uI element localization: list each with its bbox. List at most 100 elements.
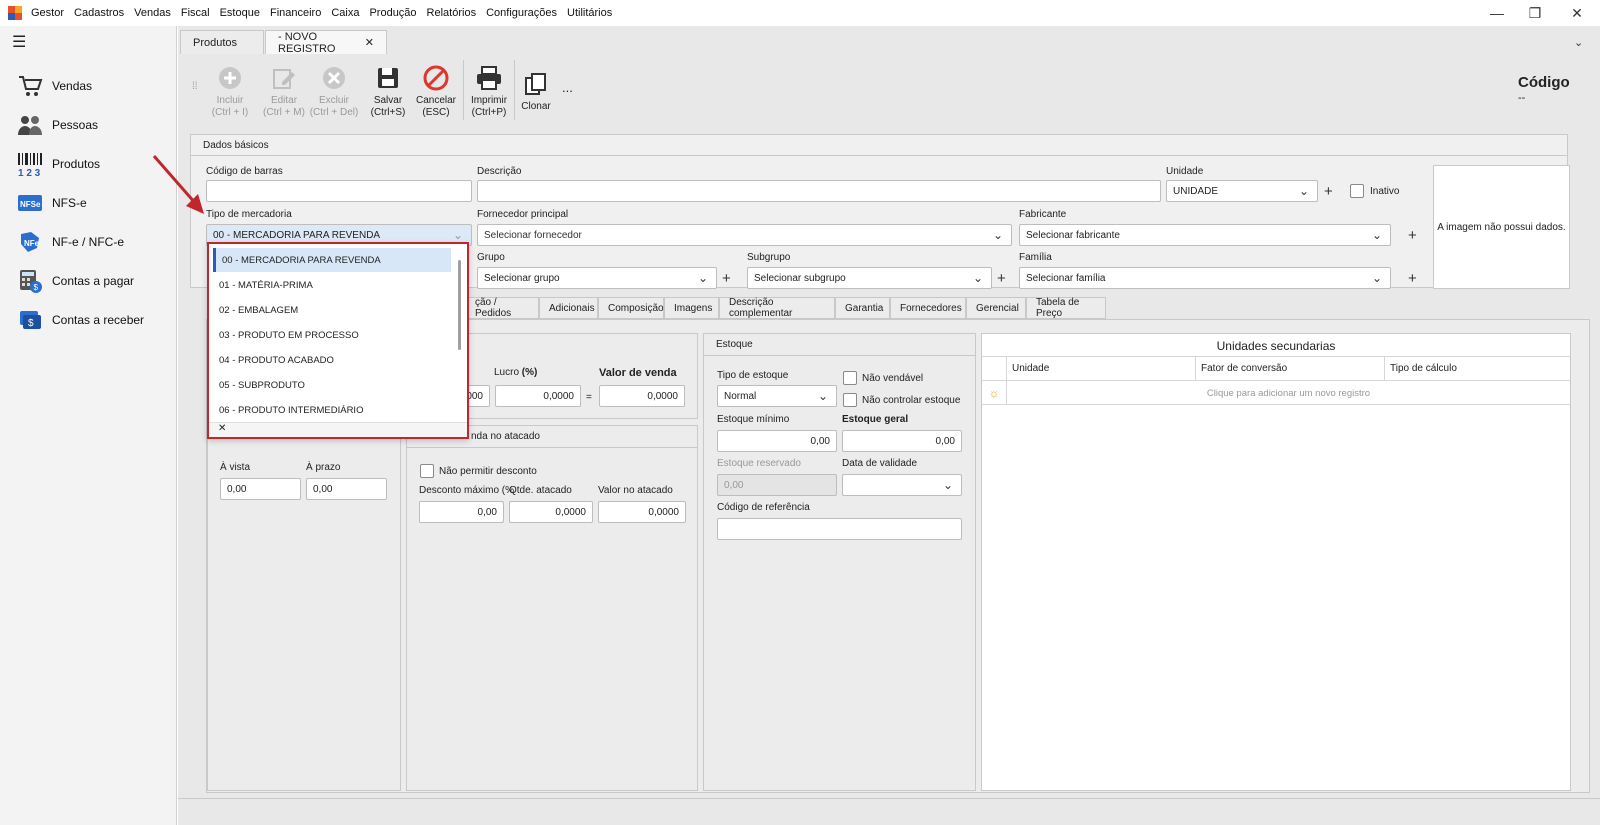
menu-producao[interactable]: Produção [364, 7, 421, 19]
dropdown-option[interactable]: 06 - PRODUTO INTERMEDIÁRIO [213, 398, 451, 422]
sidebar: ☰ Vendas Pessoas 1 2 3 Produtos NFSe NFS… [0, 26, 177, 825]
sidebar-item-nfe[interactable]: NFe NF-e / NFC-e [16, 227, 124, 257]
a-prazo-label: À prazo [306, 462, 341, 473]
fabricante-select[interactable]: Selecionar fabricante ⌄ [1019, 224, 1391, 246]
menu-estoque[interactable]: Estoque [215, 7, 265, 19]
menu-cadastros[interactable]: Cadastros [69, 7, 129, 19]
imprimir-button[interactable]: Imprimir (Ctrl+P) [468, 64, 510, 119]
dropdown-option[interactable]: 02 - EMBALAGEM [213, 298, 451, 322]
incluir-button[interactable]: Incluir (Ctrl + I) [206, 64, 254, 119]
nao-controlar-estoque-label: Não controlar estoque [862, 395, 961, 406]
menu-relatorios[interactable]: Relatórios [422, 7, 482, 19]
grip-handle-icon[interactable]: ⁞⁞ [192, 82, 198, 92]
restore-button[interactable]: ❐ [1512, 0, 1558, 26]
valor-venda-input[interactable]: 0,0000 [599, 385, 685, 407]
nao-vendavel-checkbox[interactable] [843, 371, 857, 385]
cancelar-button[interactable]: Cancelar (ESC) [414, 64, 458, 119]
menu-configuracoes[interactable]: Configurações [481, 7, 562, 19]
clonar-button[interactable]: Clonar [518, 70, 554, 113]
menu-financeiro[interactable]: Financeiro [265, 7, 326, 19]
column-header-fator[interactable]: Fator de conversão [1195, 357, 1287, 381]
familia-label: Família [1019, 252, 1052, 263]
dropdown-scrollbar[interactable] [458, 260, 461, 350]
a-vista-input[interactable]: 0,00 [220, 478, 301, 500]
tab-adicionais[interactable]: Adicionais [539, 297, 598, 319]
dropdown-option[interactable]: 01 - MATÉRIA-PRIMA [213, 273, 451, 297]
grupo-label: Grupo [477, 252, 505, 263]
dropdown-option[interactable]: 04 - PRODUTO ACABADO [213, 348, 451, 372]
unidade-select[interactable]: UNIDADE ⌄ [1166, 180, 1318, 202]
tab-imagens[interactable]: Imagens [664, 297, 719, 319]
tab-composicao[interactable]: Composição [598, 297, 664, 319]
tab-producao-pedidos[interactable]: ção / Pedidos [465, 297, 539, 319]
sidebar-item-contas-pagar[interactable]: $ Contas a pagar [16, 266, 134, 296]
column-header-unidade[interactable]: Unidade [1012, 363, 1049, 374]
sidebar-item-contas-receber[interactable]: $ Contas a receber [16, 305, 144, 335]
sidebar-item-produtos[interactable]: 1 2 3 Produtos [16, 149, 100, 179]
excluir-button[interactable]: Excluir (Ctrl + Del) [306, 64, 362, 119]
codigo-barras-input[interactable] [206, 180, 472, 202]
a-prazo-input[interactable]: 0,00 [306, 478, 387, 500]
add-subgrupo-button[interactable]: + [997, 271, 1006, 286]
imprimir-shortcut: (Ctrl+P) [471, 107, 507, 118]
tab-fornecedores[interactable]: Fornecedores [890, 297, 966, 319]
tab-gerencial[interactable]: Gerencial [966, 297, 1026, 319]
menu-gestor[interactable]: Gestor [26, 7, 69, 19]
sidebar-item-label: Vendas [52, 79, 93, 93]
more-options-button[interactable]: ... [562, 80, 573, 95]
barcode-icon: 1 2 3 [16, 151, 44, 177]
fornecedor-select[interactable]: Selecionar fornecedor ⌄ [477, 224, 1012, 246]
menu-vendas[interactable]: Vendas [129, 7, 176, 19]
tab-descricao-complementar[interactable]: Descrição complementar [719, 297, 835, 319]
data-validade-input[interactable]: ⌄ [842, 474, 962, 496]
tabs-chevron-down-icon[interactable]: ⌄ [1574, 36, 1583, 49]
tab-produtos[interactable]: Produtos [180, 30, 264, 54]
sidebar-item-label: Pessoas [52, 118, 99, 132]
tab-garantia[interactable]: Garantia [835, 297, 890, 319]
menu-utilitarios[interactable]: Utilitários [562, 7, 617, 19]
codigo-label: Código [1518, 74, 1570, 91]
tipo-estoque-select[interactable]: Normal ⌄ [717, 385, 837, 407]
subgrupo-select[interactable]: Selecionar subgrupo ⌄ [747, 267, 992, 289]
inativo-checkbox[interactable] [1350, 184, 1364, 198]
product-image-box[interactable]: A imagem não possui dados. [1433, 165, 1570, 289]
dropdown-clear-button[interactable]: ✕ [209, 422, 467, 437]
lucro-input[interactable]: 0,0000 [495, 385, 581, 407]
sidebar-item-label: Contas a receber [52, 313, 145, 327]
edit-icon [270, 64, 298, 92]
codigo-referencia-input[interactable] [717, 518, 962, 540]
menu-fiscal[interactable]: Fiscal [176, 7, 215, 19]
sidebar-item-pessoas[interactable]: Pessoas [16, 110, 98, 140]
sidebar-item-vendas[interactable]: Vendas [16, 71, 92, 101]
qtde-atacado-input[interactable]: 0,0000 [509, 501, 593, 523]
add-fabricante-button[interactable]: + [1408, 228, 1417, 243]
grupo-select[interactable]: Selecionar grupo ⌄ [477, 267, 717, 289]
close-window-button[interactable]: ✕ [1554, 0, 1600, 26]
add-familia-button[interactable]: + [1408, 271, 1417, 286]
menu-caixa[interactable]: Caixa [326, 7, 364, 19]
estoque-geral-input[interactable]: 0,00 [842, 430, 962, 452]
dropdown-option[interactable]: 05 - SUBPRODUTO [213, 373, 451, 397]
salvar-button[interactable]: Salvar (Ctrl+S) [368, 64, 408, 119]
dropdown-option[interactable]: 03 - PRODUTO EM PROCESSO [213, 323, 451, 347]
nao-permitir-desconto-checkbox[interactable] [420, 464, 434, 478]
qtde-atacado-value: 0,0000 [555, 506, 586, 518]
desconto-max-input[interactable]: 0,00 [419, 501, 504, 523]
valor-atacado-input[interactable]: 0,0000 [598, 501, 686, 523]
close-tab-icon[interactable]: ✕ [365, 36, 374, 49]
new-row[interactable]: ☼ Clique para adicionar um novo registro [982, 381, 1570, 405]
nao-controlar-estoque-checkbox[interactable] [843, 393, 857, 407]
estoque-minimo-input[interactable]: 0,00 [717, 430, 837, 452]
incluir-shortcut: (Ctrl + I) [211, 107, 249, 118]
add-grupo-button[interactable]: + [722, 271, 731, 286]
add-unidade-button[interactable]: + [1324, 184, 1333, 199]
sidebar-item-nfse[interactable]: NFSe NFS-e [16, 188, 87, 218]
familia-select[interactable]: Selecionar família ⌄ [1019, 267, 1391, 289]
tab-novo-registro[interactable]: - NOVO REGISTRO ✕ [265, 30, 387, 55]
hamburger-menu-icon[interactable]: ☰ [12, 35, 26, 51]
editar-button[interactable]: Editar (Ctrl + M) [256, 64, 312, 119]
tab-tabela-preco[interactable]: Tabela de Preço [1026, 297, 1106, 319]
dropdown-option[interactable]: 00 - MERCADORIA PARA REVENDA [213, 248, 451, 272]
descricao-input[interactable] [477, 180, 1161, 202]
column-header-tipo-calculo[interactable]: Tipo de cálculo [1384, 357, 1457, 381]
